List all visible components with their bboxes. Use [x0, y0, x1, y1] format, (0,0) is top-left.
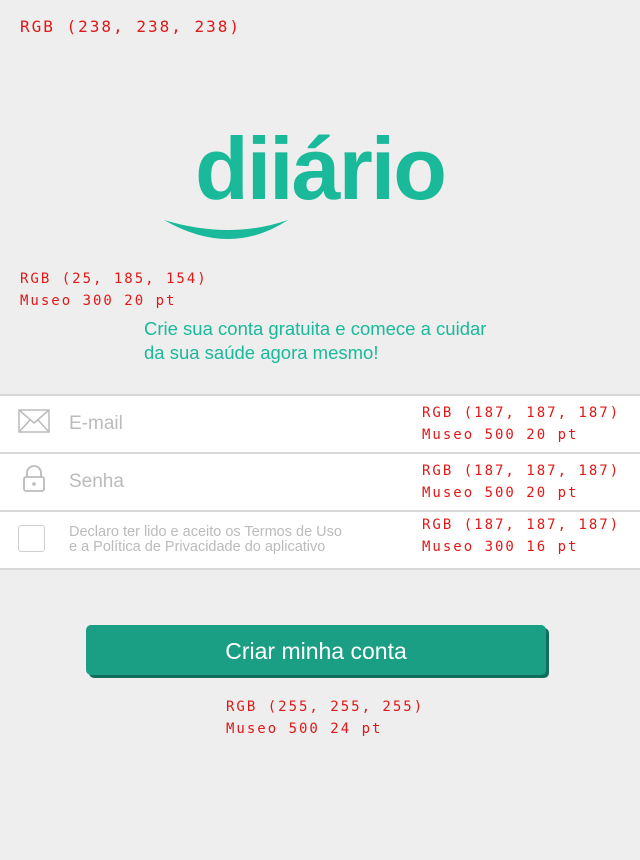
- tagline-color-label: RGB (25, 185, 154): [20, 271, 208, 287]
- background-color-annotation: RGB (238, 238, 238): [20, 16, 241, 38]
- email-row: RGB (187, 187, 187) Museo 500 20 pt: [0, 396, 640, 452]
- terms-row: Declaro ter lido e aceito os Termos de U…: [0, 510, 640, 568]
- button-font-label: Museo 500 24 pt: [226, 721, 383, 737]
- terms-line-2: e a Política de Privacidade do aplicativ…: [69, 538, 326, 555]
- email-annotation: RGB (187, 187, 187) Museo 500 20 pt: [422, 402, 620, 446]
- terms-text: Declaro ter lido e aceito os Termos de U…: [69, 525, 409, 554]
- terms-annotation: RGB (187, 187, 187) Museo 300 16 pt: [422, 514, 620, 558]
- password-row: RGB (187, 187, 187) Museo 500 20 pt: [0, 452, 640, 510]
- envelope-icon: [18, 409, 50, 438]
- email-color-label: RGB (187, 187, 187): [422, 405, 621, 421]
- create-account-button[interactable]: Criar minha conta: [86, 625, 546, 675]
- email-field[interactable]: [69, 413, 389, 435]
- background-color-label: RGB (238, 238, 238): [20, 17, 242, 36]
- password-annotation: RGB (187, 187, 187) Museo 500 20 pt: [422, 460, 620, 504]
- button-annotation: RGB (255, 255, 255) Museo 500 24 pt: [226, 696, 424, 740]
- app-logo: diiário: [160, 119, 480, 248]
- password-font-label: Museo 500 20 pt: [422, 485, 579, 501]
- terms-font-label: Museo 300 16 pt: [422, 539, 579, 555]
- signup-form: RGB (187, 187, 187) Museo 500 20 pt RGB …: [0, 394, 640, 570]
- email-font-label: Museo 500 20 pt: [422, 427, 579, 443]
- password-field[interactable]: [69, 471, 389, 493]
- lock-icon: [22, 465, 46, 498]
- password-color-label: RGB (187, 187, 187): [422, 463, 621, 479]
- tagline-font-label: Museo 300 20 pt: [20, 293, 177, 309]
- tagline-annotation: RGB (25, 185, 154) Museo 300 20 pt: [20, 268, 208, 312]
- smile-icon: [164, 220, 288, 239]
- tagline: Crie sua conta gratuita e comece a cuida…: [144, 318, 487, 363]
- button-color-label: RGB (255, 255, 255): [226, 699, 425, 715]
- terms-checkbox[interactable]: [18, 525, 45, 552]
- terms-color-label: RGB (187, 187, 187): [422, 517, 621, 533]
- terms-line-1: Declaro ter lido e aceito os Termos de U…: [69, 524, 342, 540]
